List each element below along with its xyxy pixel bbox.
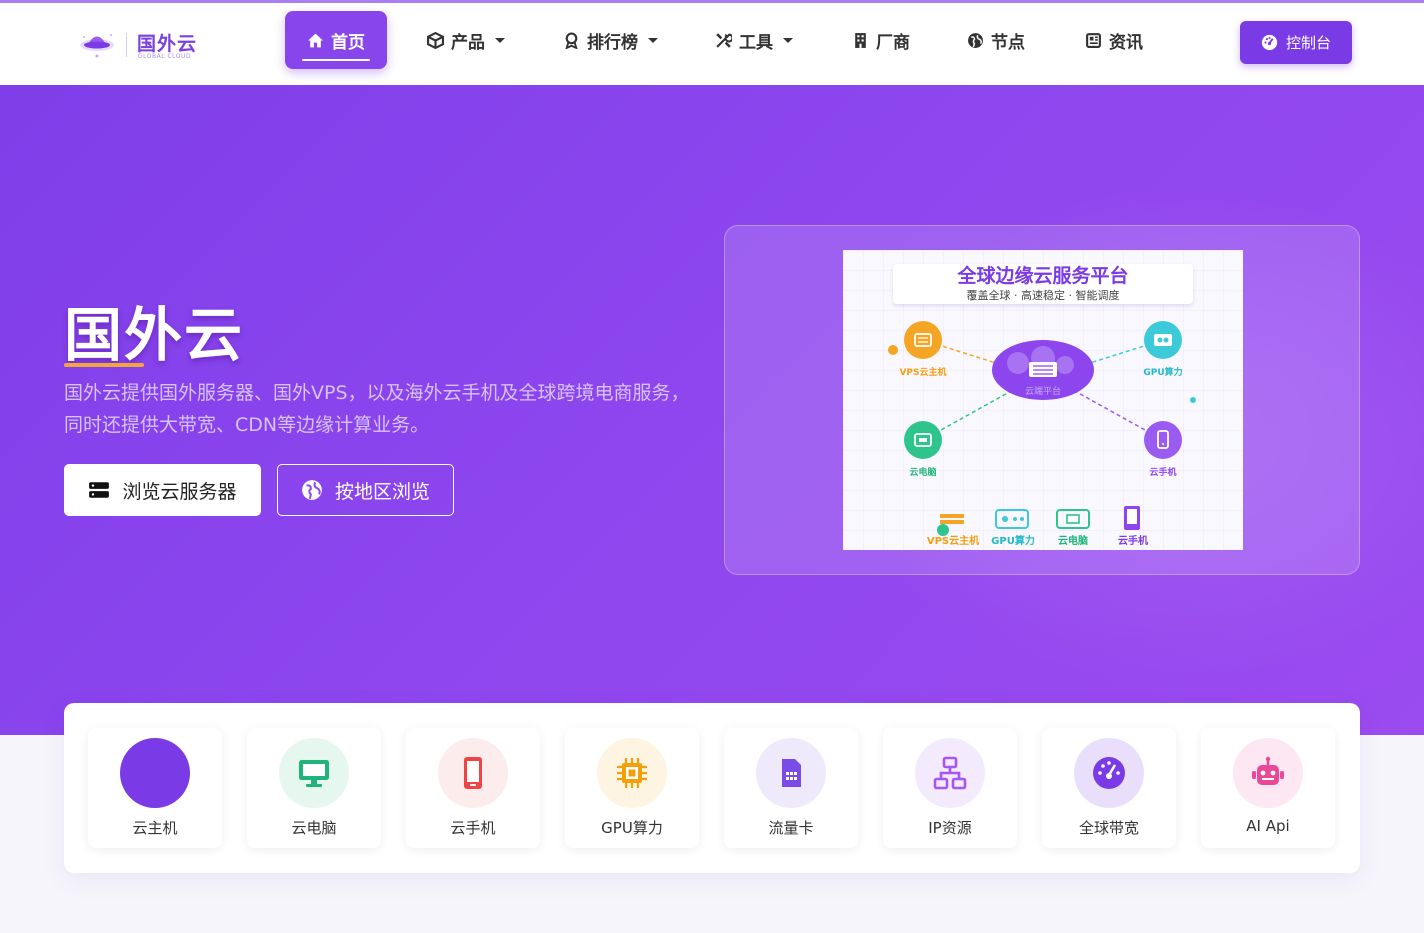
nav-item-rankings[interactable]: 排行榜 bbox=[563, 11, 658, 69]
category-global-bandwidth[interactable]: 全球带宽 bbox=[1042, 728, 1176, 848]
category-label: AI Api bbox=[1246, 817, 1290, 835]
nav-item-nodes[interactable]: 节点 bbox=[967, 11, 1025, 69]
tools-icon bbox=[716, 32, 732, 48]
nav-item-label: 排行榜 bbox=[587, 32, 638, 53]
illustration-node-phone: 云手机 bbox=[1149, 468, 1177, 478]
product-categories: 云主机 云电脑 云手机 GPU算力 流量卡 IP资源 全球带宽 AI Api bbox=[64, 703, 1360, 873]
illustration-node-vps: VPS云主机 bbox=[899, 368, 947, 378]
category-label: 云手机 bbox=[450, 819, 496, 837]
hero-title: 国外云 bbox=[64, 301, 245, 369]
nav-item-home[interactable]: 首页 bbox=[285, 11, 387, 69]
illustration-title: 全球边缘云服务平台 bbox=[957, 265, 1129, 287]
brand-logo[interactable]: 国外云 GLOBAL CLOUD bbox=[76, 25, 206, 65]
nav-item-label: 厂商 bbox=[876, 32, 910, 53]
category-data-card[interactable]: 流量卡 bbox=[724, 728, 858, 848]
illustration-node-gpu: GPU算力 bbox=[1143, 368, 1183, 378]
chevron-down-icon bbox=[648, 37, 658, 43]
speedometer-icon bbox=[1074, 738, 1144, 808]
illustration-bottom-phone: 云手机 bbox=[1118, 536, 1148, 547]
cloud-server-icon bbox=[120, 738, 190, 808]
globe-icon bbox=[968, 32, 983, 48]
network-icon bbox=[915, 738, 985, 808]
category-ip-resources[interactable]: IP资源 bbox=[883, 728, 1017, 848]
nav-item-label: 工具 bbox=[739, 32, 773, 53]
chip-icon bbox=[597, 738, 667, 808]
console-button[interactable]: 控制台 bbox=[1240, 21, 1352, 64]
hero-description: 国外云提供国外服务器、国外VPS，以及海外云手机及全球跨境电商服务，同时还提供大… bbox=[64, 382, 690, 436]
globe-icon bbox=[302, 480, 322, 500]
server-icon bbox=[89, 482, 110, 498]
chevron-down-icon bbox=[495, 37, 505, 43]
building-icon bbox=[855, 32, 866, 48]
browse-servers-label: 浏览云服务器 bbox=[122, 480, 237, 503]
edge-cloud-illustration: 全球边缘云服务平台 覆盖全球 · 高速稳定 · 智能调度 云端平台 VPS云主机… bbox=[843, 250, 1243, 550]
category-cloud-server[interactable]: 云主机 bbox=[88, 728, 222, 848]
illustration-node-desktop: 云电脑 bbox=[909, 468, 937, 478]
browse-by-region-button[interactable]: 按地区浏览 bbox=[277, 464, 454, 516]
logo-divider bbox=[126, 33, 127, 57]
hero-title-underline bbox=[64, 363, 144, 367]
nav-item-vendors[interactable]: 厂商 bbox=[852, 11, 910, 69]
illustration-subtitle: 覆盖全球 · 高速稳定 · 智能调度 bbox=[966, 289, 1120, 302]
newspaper-icon bbox=[1086, 32, 1101, 48]
nav-item-products[interactable]: 产品 bbox=[427, 11, 505, 69]
category-label: 云电脑 bbox=[291, 819, 337, 837]
category-label: 全球带宽 bbox=[1078, 819, 1139, 837]
award-icon bbox=[565, 32, 578, 49]
browse-by-region-label: 按地区浏览 bbox=[334, 480, 430, 503]
site-header: 国外云 GLOBAL CLOUD 首页 产品 排行榜 工具 厂商 节点 资讯 控… bbox=[0, 3, 1424, 85]
nav-item-label: 资讯 bbox=[1109, 32, 1143, 53]
browse-servers-button[interactable]: 浏览云服务器 bbox=[64, 464, 261, 516]
category-label: 云主机 bbox=[132, 819, 178, 837]
mobile-icon bbox=[438, 738, 508, 808]
brand-subtitle: GLOBAL CLOUD bbox=[138, 53, 192, 60]
hero-section: 国外云 国外云提供国外服务器、国外VPS，以及海外云手机及全球跨境电商服务，同时… bbox=[0, 85, 1424, 735]
chevron-down-icon bbox=[783, 37, 793, 43]
dashboard-gauge-icon bbox=[1261, 34, 1278, 51]
category-cloud-phone[interactable]: 云手机 bbox=[406, 728, 540, 848]
nav-item-label: 首页 bbox=[331, 32, 365, 53]
category-label: 流量卡 bbox=[768, 819, 814, 837]
category-label: IP资源 bbox=[928, 819, 972, 837]
console-button-label: 控制台 bbox=[1285, 34, 1331, 52]
desktop-icon bbox=[279, 738, 349, 808]
brand-name: 国外云 bbox=[137, 33, 198, 55]
category-ai-api[interactable]: AI Api bbox=[1201, 728, 1335, 848]
robot-icon bbox=[1233, 738, 1303, 808]
nav-item-tools[interactable]: 工具 bbox=[715, 11, 793, 69]
ufo-logo-icon bbox=[80, 34, 114, 58]
nav-item-label: 产品 bbox=[451, 32, 485, 53]
nav-item-news[interactable]: 资讯 bbox=[1085, 11, 1143, 69]
hero-illustration-card: 全球边缘云服务平台 覆盖全球 · 高速稳定 · 智能调度 云端平台 VPS云主机… bbox=[724, 225, 1360, 575]
home-icon bbox=[308, 33, 323, 47]
illustration-center-label: 云端平台 bbox=[1024, 387, 1061, 397]
cube-icon bbox=[427, 31, 444, 49]
category-gpu-compute[interactable]: GPU算力 bbox=[565, 728, 699, 848]
category-label: GPU算力 bbox=[601, 819, 663, 837]
sim-card-icon bbox=[756, 738, 826, 808]
nav-item-label: 节点 bbox=[991, 32, 1025, 53]
category-cloud-desktop[interactable]: 云电脑 bbox=[247, 728, 381, 848]
